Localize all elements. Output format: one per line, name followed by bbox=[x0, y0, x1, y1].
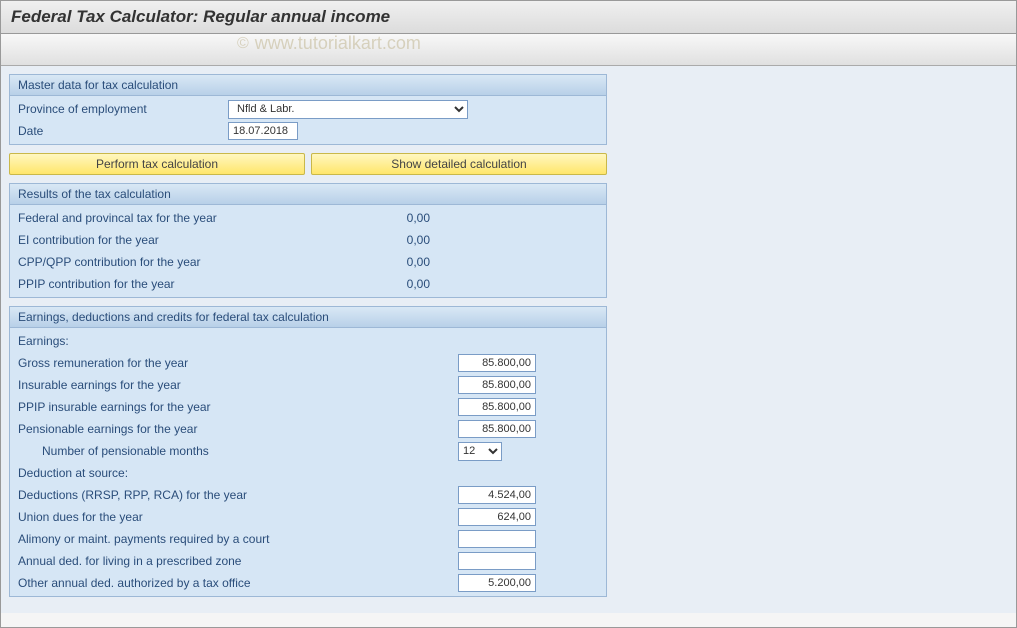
insurable-row: Insurable earnings for the year bbox=[10, 374, 606, 396]
result-row-ei: EI contribution for the year 0,00 bbox=[10, 229, 606, 251]
province-select[interactable]: Nfld & Labr. bbox=[228, 100, 468, 119]
gross-label: Gross remuneration for the year bbox=[18, 356, 458, 370]
insurable-label: Insurable earnings for the year bbox=[18, 378, 458, 392]
result-row-federal: Federal and provincal tax for the year 0… bbox=[10, 207, 606, 229]
page-title: Federal Tax Calculator: Regular annual i… bbox=[1, 1, 1016, 34]
months-select[interactable]: 12 bbox=[458, 442, 502, 461]
ppip-row: PPIP insurable earnings for the year bbox=[10, 396, 606, 418]
insurable-input[interactable] bbox=[458, 376, 536, 394]
perform-calculation-button[interactable]: Perform tax calculation bbox=[9, 153, 305, 175]
rrsp-label: Deductions (RRSP, RPP, RCA) for the year bbox=[18, 488, 458, 502]
alimony-input[interactable] bbox=[458, 530, 536, 548]
show-detailed-button[interactable]: Show detailed calculation bbox=[311, 153, 607, 175]
ppip-label: PPIP insurable earnings for the year bbox=[18, 400, 458, 414]
rrsp-input[interactable] bbox=[458, 486, 536, 504]
result-value: 0,00 bbox=[358, 211, 438, 225]
toolbar bbox=[1, 34, 1016, 66]
main-content: Master data for tax calculation Province… bbox=[1, 66, 1016, 613]
results-header: Results of the tax calculation bbox=[10, 184, 606, 205]
date-label: Date bbox=[18, 124, 228, 138]
earnings-group: Earnings, deductions and credits for fed… bbox=[9, 306, 607, 597]
zone-input[interactable] bbox=[458, 552, 536, 570]
other-label: Other annual ded. authorized by a tax of… bbox=[18, 576, 458, 590]
months-label: Number of pensionable months bbox=[18, 444, 458, 458]
result-value: 0,00 bbox=[358, 233, 438, 247]
gross-input[interactable] bbox=[458, 354, 536, 372]
result-value: 0,00 bbox=[358, 277, 438, 291]
result-label: CPP/QPP contribution for the year bbox=[18, 255, 358, 269]
button-row: Perform tax calculation Show detailed ca… bbox=[9, 153, 1008, 175]
union-row: Union dues for the year bbox=[10, 506, 606, 528]
union-input[interactable] bbox=[458, 508, 536, 526]
date-input[interactable] bbox=[228, 122, 298, 140]
pensionable-label: Pensionable earnings for the year bbox=[18, 422, 458, 436]
ppip-input[interactable] bbox=[458, 398, 536, 416]
other-row: Other annual ded. authorized by a tax of… bbox=[10, 572, 606, 594]
deduction-subheader-row: Deduction at source: bbox=[10, 462, 606, 484]
zone-label: Annual ded. for living in a prescribed z… bbox=[18, 554, 458, 568]
union-label: Union dues for the year bbox=[18, 510, 458, 524]
alimony-row: Alimony or maint. payments required by a… bbox=[10, 528, 606, 550]
earnings-header: Earnings, deductions and credits for fed… bbox=[10, 307, 606, 328]
zone-row: Annual ded. for living in a prescribed z… bbox=[10, 550, 606, 572]
result-label: EI contribution for the year bbox=[18, 233, 358, 247]
province-row: Province of employment Nfld & Labr. bbox=[10, 98, 606, 120]
earnings-subheader-row: Earnings: bbox=[10, 330, 606, 352]
master-data-group: Master data for tax calculation Province… bbox=[9, 74, 607, 145]
master-data-header: Master data for tax calculation bbox=[10, 75, 606, 96]
date-row: Date bbox=[10, 120, 606, 142]
months-row: Number of pensionable months 12 bbox=[10, 440, 606, 462]
gross-row: Gross remuneration for the year bbox=[10, 352, 606, 374]
result-row-cpp: CPP/QPP contribution for the year 0,00 bbox=[10, 251, 606, 273]
province-label: Province of employment bbox=[18, 102, 228, 116]
result-row-ppip: PPIP contribution for the year 0,00 bbox=[10, 273, 606, 295]
pensionable-row: Pensionable earnings for the year bbox=[10, 418, 606, 440]
other-input[interactable] bbox=[458, 574, 536, 592]
result-value: 0,00 bbox=[358, 255, 438, 269]
results-group: Results of the tax calculation Federal a… bbox=[9, 183, 607, 298]
deduction-subheader: Deduction at source: bbox=[18, 466, 228, 480]
result-label: Federal and provincal tax for the year bbox=[18, 211, 358, 225]
pensionable-input[interactable] bbox=[458, 420, 536, 438]
result-label: PPIP contribution for the year bbox=[18, 277, 358, 291]
rrsp-row: Deductions (RRSP, RPP, RCA) for the year bbox=[10, 484, 606, 506]
alimony-label: Alimony or maint. payments required by a… bbox=[18, 532, 458, 546]
earnings-subheader: Earnings: bbox=[18, 334, 228, 348]
